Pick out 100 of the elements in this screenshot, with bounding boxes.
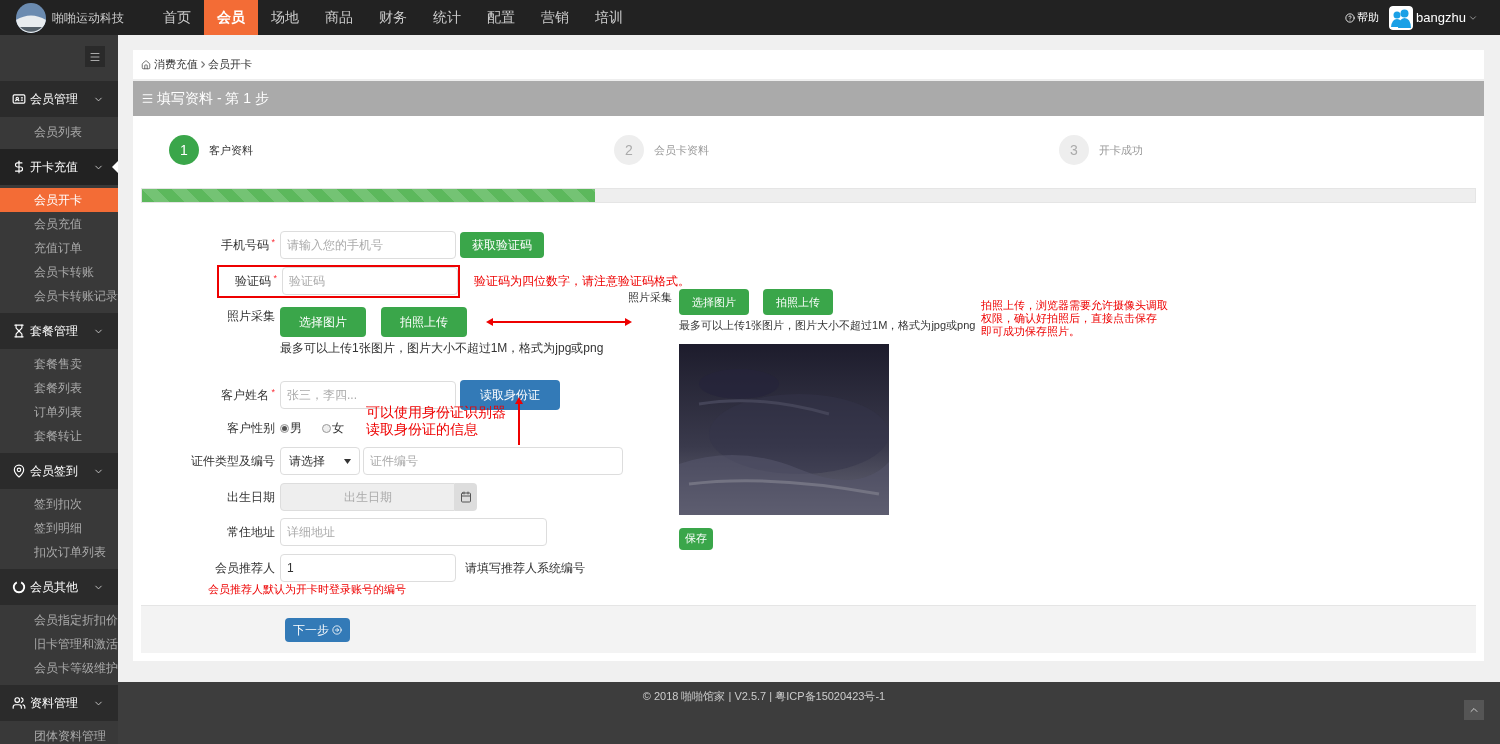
logo-icon bbox=[16, 2, 46, 33]
sidebar-item[interactable]: 会员列表 bbox=[0, 120, 118, 144]
sidebar-item[interactable]: 会员卡转账记录 bbox=[0, 284, 118, 308]
sidebar-group[interactable]: 资料管理 bbox=[0, 685, 118, 721]
annotation-text: 读取身份证的信息 bbox=[366, 421, 479, 438]
nav-tab[interactable]: 首页 bbox=[150, 0, 204, 35]
sidebar-item[interactable]: 旧卡管理和激活 bbox=[0, 632, 118, 656]
pointer-icon bbox=[112, 161, 118, 173]
ring-icon bbox=[12, 580, 26, 594]
input-field[interactable]: 证件编号 bbox=[363, 447, 623, 475]
copyright-text: © 2018 啪啪馆家 | V2.5.7 | 粤ICP备15020423号-1 bbox=[642, 689, 886, 704]
input-field[interactable]: 请输入您的手机号 bbox=[280, 231, 456, 259]
step-number: 3 bbox=[1059, 135, 1089, 165]
chevron-right-icon bbox=[201, 61, 205, 68]
sidebar-item[interactable]: 套餐售卖 bbox=[0, 352, 118, 376]
sidebar-item[interactable]: 充值订单 bbox=[0, 236, 118, 260]
sidebar-group[interactable]: 开卡充值 bbox=[0, 149, 118, 185]
button[interactable]: 选择图片 bbox=[679, 289, 749, 315]
annotation-text: 权限，确认好拍照后，直接点击保存 bbox=[981, 312, 1159, 325]
sidebar-item[interactable]: 签到扣次 bbox=[0, 492, 118, 516]
arrow-circle-icon bbox=[332, 624, 342, 635]
help-icon bbox=[1345, 12, 1356, 23]
hint-text: 最多可以上传1张图片，图片大小不超过1M，格式为jpg或png bbox=[679, 318, 976, 333]
step-number: 2 bbox=[614, 135, 644, 165]
save-button[interactable]: 保存 bbox=[679, 527, 713, 550]
sidebar-item[interactable]: 套餐列表 bbox=[0, 376, 118, 400]
brand-name: 啪啪运动科技 bbox=[52, 9, 124, 27]
step-label: 会员卡资料 bbox=[654, 142, 709, 158]
calendar-button[interactable] bbox=[455, 482, 477, 511]
annotation-text: 会员推荐人默认为开卡时登录账号的编号 bbox=[208, 582, 407, 596]
hourglass-icon bbox=[12, 324, 26, 338]
sidebar-item[interactable]: 会员卡等级维护 bbox=[0, 656, 118, 680]
nav-tab[interactable]: 统计 bbox=[420, 0, 474, 35]
sidebar-item[interactable]: 会员开卡 bbox=[0, 188, 118, 212]
dollar-icon bbox=[12, 160, 26, 174]
field-label: 客户性别 bbox=[227, 421, 275, 435]
required-mark: * bbox=[271, 387, 275, 397]
field-label: 照片采集 bbox=[628, 290, 673, 305]
select-field[interactable]: 请选择 bbox=[280, 447, 360, 475]
sidebar-item[interactable]: 会员指定折扣价 bbox=[0, 608, 118, 632]
nav-tab[interactable]: 场地 bbox=[258, 0, 312, 35]
nav-tab[interactable]: 财务 bbox=[366, 0, 420, 35]
radio-label: 女 bbox=[332, 420, 344, 437]
step-label: 客户资料 bbox=[209, 142, 253, 158]
button[interactable]: 拍照上传 bbox=[763, 289, 833, 315]
list-icon bbox=[141, 92, 154, 105]
hint-text: 最多可以上传1张图片，图片大小不超过1M，格式为jpg或png bbox=[280, 340, 605, 357]
nav-tab[interactable]: 营销 bbox=[528, 0, 582, 35]
annotation-text: 即可成功保存照片。 bbox=[981, 325, 1082, 338]
input-field[interactable]: 详细地址 bbox=[280, 518, 547, 546]
field-label: 照片采集 bbox=[227, 309, 275, 323]
annotation-text: 验证码为四位数字，请注意验证码格式。 bbox=[474, 273, 690, 290]
menu-button[interactable] bbox=[85, 46, 105, 67]
pin-icon bbox=[12, 464, 26, 478]
nav-tab[interactable]: 配置 bbox=[474, 0, 528, 35]
sidebar-item[interactable]: 扣次订单列表 bbox=[0, 540, 118, 564]
user-avatar-icon bbox=[1389, 5, 1414, 30]
required-mark: * bbox=[271, 237, 275, 247]
sidebar-item[interactable]: 会员卡转账 bbox=[0, 260, 118, 284]
breadcrumb-current: 会员开卡 bbox=[208, 57, 252, 73]
sidebar-group[interactable]: 套餐管理 bbox=[0, 313, 118, 349]
input-field[interactable]: 验证码 bbox=[282, 267, 458, 295]
nav-tab[interactable]: 商品 bbox=[312, 0, 366, 35]
next-button[interactable]: 下一步 bbox=[285, 617, 350, 642]
help-link[interactable]: 帮助 bbox=[1345, 9, 1380, 26]
button[interactable]: 选择图片 bbox=[280, 307, 366, 337]
sidebar-item[interactable]: 会员充值 bbox=[0, 212, 118, 236]
field-label: 手机号码 bbox=[221, 238, 270, 252]
sidebar-group[interactable]: 会员签到 bbox=[0, 453, 118, 489]
home-icon bbox=[141, 59, 151, 70]
field-label: 出生日期 bbox=[227, 489, 275, 504]
nav-tab[interactable]: 会员 bbox=[204, 0, 258, 35]
hint-text: 请填写推荐人系统编号 bbox=[465, 560, 585, 577]
field-label: 常住地址 bbox=[227, 525, 275, 539]
annotation-text: 拍照上传，浏览器需要允许摄像头调取 bbox=[981, 299, 1169, 312]
calendar-icon bbox=[460, 490, 472, 503]
step-number: 1 bbox=[169, 135, 199, 165]
radio-button[interactable] bbox=[322, 423, 331, 433]
radio-label: 男 bbox=[290, 420, 302, 437]
button[interactable]: 拍照上传 bbox=[381, 307, 467, 337]
caret-icon bbox=[344, 458, 351, 464]
field-label: 验证码 bbox=[235, 274, 272, 288]
sidebar-item[interactable]: 团体资料管理 bbox=[0, 724, 118, 744]
radio-button[interactable] bbox=[280, 423, 289, 433]
nav-tab[interactable]: 培训 bbox=[582, 0, 636, 35]
field-label: 证件类型及编号 bbox=[191, 454, 275, 468]
button[interactable]: 获取验证码 bbox=[460, 232, 544, 258]
breadcrumb-link[interactable]: 消费充值 bbox=[154, 56, 198, 73]
user-menu[interactable]: bangzhu bbox=[1416, 7, 1478, 28]
step-label: 开卡成功 bbox=[1099, 142, 1143, 158]
field-label: 会员推荐人 bbox=[215, 561, 275, 575]
sidebar-item[interactable]: 订单列表 bbox=[0, 400, 118, 424]
date-field[interactable]: 出生日期 bbox=[280, 482, 455, 511]
sidebar-item[interactable]: 签到明细 bbox=[0, 516, 118, 540]
users-icon bbox=[12, 696, 26, 710]
sidebar-group[interactable]: 会员管理 bbox=[0, 81, 118, 117]
sidebar-group[interactable]: 会员其他 bbox=[0, 569, 118, 605]
input-field[interactable]: 1 bbox=[280, 554, 456, 582]
id-card-icon bbox=[12, 92, 26, 106]
sidebar-item[interactable]: 套餐转让 bbox=[0, 424, 118, 448]
